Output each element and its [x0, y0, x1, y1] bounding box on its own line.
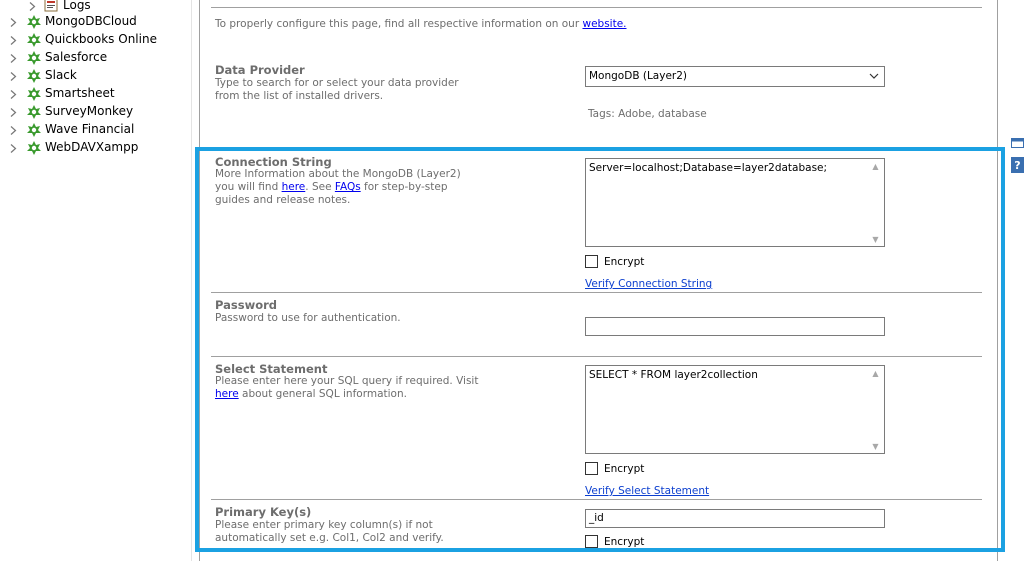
divider	[211, 292, 982, 293]
tree-item-surveymonkey[interactable]: SurveyMonkey	[0, 103, 190, 121]
chevron-right-icon[interactable]	[8, 121, 18, 139]
vertical-scrollbar[interactable]: ▲ ▼	[867, 159, 884, 246]
connector-icon	[26, 14, 42, 30]
tree-item-label: Salesforce	[45, 50, 108, 64]
tree-item-label: Slack	[45, 68, 77, 82]
select-statement-input[interactable]: SELECT * FROM layer2collection ▲ ▼	[585, 365, 885, 454]
chevron-down-icon[interactable]	[869, 71, 879, 83]
select-statement-desc-part: about general SQL information.	[242, 388, 407, 400]
configuration-panel: To properly configure this page, find al…	[199, 0, 998, 561]
data-provider-select[interactable]: MongoDB (Layer2)	[585, 66, 885, 87]
chevron-right-icon[interactable]	[8, 103, 18, 121]
tree-item-label: SurveyMonkey	[45, 104, 134, 118]
primary-key-value: _id	[589, 512, 604, 524]
verify-connection-string-link[interactable]: Verify Connection String	[585, 278, 712, 290]
encrypt-label: Encrypt	[604, 256, 645, 268]
properties-icon[interactable]	[1011, 136, 1024, 152]
tree-item-mongodbcloud[interactable]: MongoDBCloud	[0, 13, 190, 31]
connection-string-title: Connection String	[215, 155, 332, 169]
scroll-down-icon[interactable]: ▼	[867, 232, 884, 246]
primary-key-title: Primary Key(s)	[215, 505, 312, 519]
tree-item-salesforce[interactable]: Salesforce	[0, 49, 190, 67]
tree-item-label: Wave Financial	[45, 122, 135, 136]
select-statement-title: Select Statement	[215, 362, 328, 376]
chevron-right-icon[interactable]	[8, 139, 18, 157]
password-description: Password to use for authentication.	[215, 312, 401, 324]
logs-icon	[44, 0, 60, 14]
svg-text:?: ?	[1014, 159, 1020, 172]
select-statement-value: SELECT * FROM layer2collection	[589, 369, 758, 381]
tree-item-label: WebDAVXampp	[45, 140, 139, 154]
connection-string-desc-part: . See	[305, 181, 332, 193]
connector-icon	[26, 122, 42, 138]
primary-key-description: Please enter primary key column(s) if no…	[215, 519, 444, 544]
connection-string-value: Server=localhost;Database=layer2database…	[589, 162, 828, 174]
data-provider-description: Type to search for or select your data p…	[215, 77, 459, 102]
tree-item-wave-financial[interactable]: Wave Financial	[0, 121, 190, 139]
password-title: Password	[215, 298, 277, 312]
select-statement-desc-part: Please enter here your SQL query if requ…	[215, 375, 479, 387]
tree-item-label: Logs	[63, 0, 91, 12]
chevron-right-icon[interactable]	[8, 67, 18, 85]
divider	[211, 356, 982, 357]
faqs-link[interactable]: FAQs	[335, 181, 361, 193]
tree-item-slack[interactable]: Slack	[0, 67, 190, 85]
verify-select-statement-link[interactable]: Verify Select Statement	[585, 485, 709, 497]
primary-key-encrypt-checkbox[interactable]	[585, 535, 598, 548]
tree-item-label: Quickbooks Online	[45, 32, 157, 46]
website-link[interactable]: website.	[582, 18, 626, 30]
connections-tree: Logs MongoDBCloud Quickbooks Online Salesf…	[0, 0, 192, 561]
scroll-up-icon[interactable]: ▲	[867, 159, 884, 173]
data-provider-selected-value: MongoDB (Layer2)	[589, 70, 688, 82]
tree-item-quickbooks-online[interactable]: Quickbooks Online	[0, 31, 190, 49]
intro-text: To properly configure this page, find al…	[215, 18, 627, 31]
sql-here-link[interactable]: here	[215, 388, 239, 400]
select-statement-description: Please enter here your SQL query if requ…	[215, 375, 480, 401]
connector-icon	[26, 68, 42, 84]
help-icon[interactable]: ?	[1011, 157, 1024, 176]
data-provider-tags: Tags: Adobe, database	[588, 108, 707, 120]
encrypt-label: Encrypt	[604, 536, 645, 548]
select-statement-encrypt-checkbox[interactable]	[585, 462, 598, 475]
chevron-right-icon[interactable]	[8, 85, 18, 103]
tree-item-label: MongoDBCloud	[45, 14, 137, 28]
tree-item-smartsheet[interactable]: Smartsheet	[0, 85, 190, 103]
connection-string-encrypt-checkbox[interactable]	[585, 255, 598, 268]
intro-text-body: To properly configure this page, find al…	[215, 18, 580, 30]
chevron-right-icon[interactable]	[8, 13, 18, 31]
connector-icon	[26, 50, 42, 66]
connector-icon	[26, 86, 42, 102]
primary-key-field[interactable]: _id	[585, 509, 885, 528]
tree-item-label: Smartsheet	[45, 86, 115, 100]
connector-icon	[26, 32, 42, 48]
connector-icon	[26, 104, 42, 120]
vertical-scrollbar[interactable]: ▲ ▼	[867, 366, 884, 453]
encrypt-label: Encrypt	[604, 463, 645, 475]
scroll-up-icon[interactable]: ▲	[867, 366, 884, 380]
tree-item-webdavxampp[interactable]: WebDAVXampp	[0, 139, 190, 157]
chevron-right-icon[interactable]	[8, 31, 18, 49]
chevron-right-icon[interactable]	[8, 49, 18, 67]
connector-icon	[26, 140, 42, 156]
data-provider-title: Data Provider	[215, 63, 305, 77]
scroll-down-icon[interactable]: ▼	[867, 439, 884, 453]
divider	[211, 7, 982, 8]
connection-string-description: More Information about the MongoDB (Laye…	[215, 168, 480, 207]
connection-string-input[interactable]: Server=localhost;Database=layer2database…	[585, 158, 885, 247]
right-toolbar: ?	[1007, 0, 1024, 561]
here-link[interactable]: here	[282, 181, 306, 193]
divider	[211, 499, 982, 500]
password-field[interactable]	[585, 317, 885, 336]
